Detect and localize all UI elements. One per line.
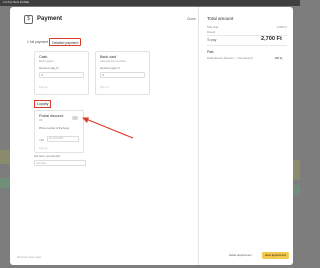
- total-value: 2,700 Ft: [261, 36, 282, 42]
- top-bar-text: 3 of 8 Q Store ProSale: [3, 1, 30, 4]
- subtotal-value: 2,699 Ft: [276, 25, 287, 29]
- summary-divider: [207, 45, 287, 46]
- cash-subtitle: Bank register: [39, 60, 54, 63]
- bank-card-subtitle: Card payment terminal: [100, 60, 126, 63]
- postal-discount-card[interactable]: Postal discount 0% Phone number of the b…: [34, 110, 84, 153]
- phone-input[interactable]: 00 123 4567: [47, 136, 79, 142]
- payment-left-panel: $ Payment Close 1 full payment Detailed …: [10, 7, 198, 265]
- modal-title: Payment: [37, 16, 63, 22]
- phone-prefix[interactable]: +36: [39, 138, 44, 142]
- annotation-arrow-icon: [82, 117, 134, 139]
- cash-card[interactable]: Cash Bank register Amount to pay, Ft 0 P…: [34, 51, 89, 95]
- loyalty-section-label: Loyalty: [34, 100, 52, 108]
- paid-title: Paid: [207, 50, 214, 54]
- tab-full-payment[interactable]: 1 full payment: [25, 38, 50, 46]
- rounding-row: Round: [207, 30, 287, 34]
- postal-discount-percent: 0%: [39, 119, 43, 122]
- paid-row-label: Postal discount (discount — Total discou…: [207, 57, 253, 60]
- bank-card-amount-label: Amount to pay, Ft: [100, 67, 120, 70]
- membership-label: Gift card / membership: [34, 155, 61, 158]
- remove-payment-icon[interactable]: ×: [281, 57, 283, 61]
- cash-amount-label: Amount to pay, Ft: [39, 67, 59, 70]
- payment-icon: $: [24, 15, 33, 24]
- membership-input[interactable]: Number: [34, 160, 86, 166]
- postal-discount-title: Postal discount: [39, 114, 64, 118]
- total-label: To pay: [207, 38, 217, 42]
- footer-note: Maximum label usage: [17, 256, 42, 259]
- close-button[interactable]: Close: [187, 17, 196, 21]
- top-app-bar: 3 of 8 Q Store ProSale: [0, 0, 300, 6]
- loyalty-toggle[interactable]: [72, 116, 78, 120]
- rounding-label: Round: [207, 30, 216, 34]
- summary-title: Total amount: [207, 16, 234, 21]
- delete-appointment-button[interactable]: Delete appointment: [227, 252, 254, 259]
- issue-appointment-button[interactable]: Issue appointment: [262, 252, 289, 259]
- bank-card-pay-button[interactable]: Pay up: [100, 85, 109, 89]
- subtotal-label: Sub total: [207, 25, 219, 29]
- bank-card-amount-input[interactable]: 0: [100, 72, 145, 78]
- payment-modal: $ Payment Close 1 full payment Detailed …: [10, 7, 293, 265]
- phone-label: Phone number of the buyer: [39, 127, 70, 130]
- cash-amount-input[interactable]: 0: [39, 72, 84, 78]
- loyalty-pay-button[interactable]: Pay up: [39, 146, 48, 150]
- cash-pay-button[interactable]: Pay up: [39, 85, 48, 89]
- tab-detailed-payment[interactable]: Detailed payment: [49, 38, 82, 46]
- bank-card-card[interactable]: Bank card Card payment terminal Amount t…: [95, 51, 150, 95]
- summary-panel: Total amount Sub total 2,699 Ft Round To…: [198, 7, 293, 265]
- cash-title: Cash: [39, 55, 48, 59]
- bank-card-title: Bank card: [100, 55, 117, 59]
- subtotal-row: Sub total 2,699 Ft: [207, 25, 287, 29]
